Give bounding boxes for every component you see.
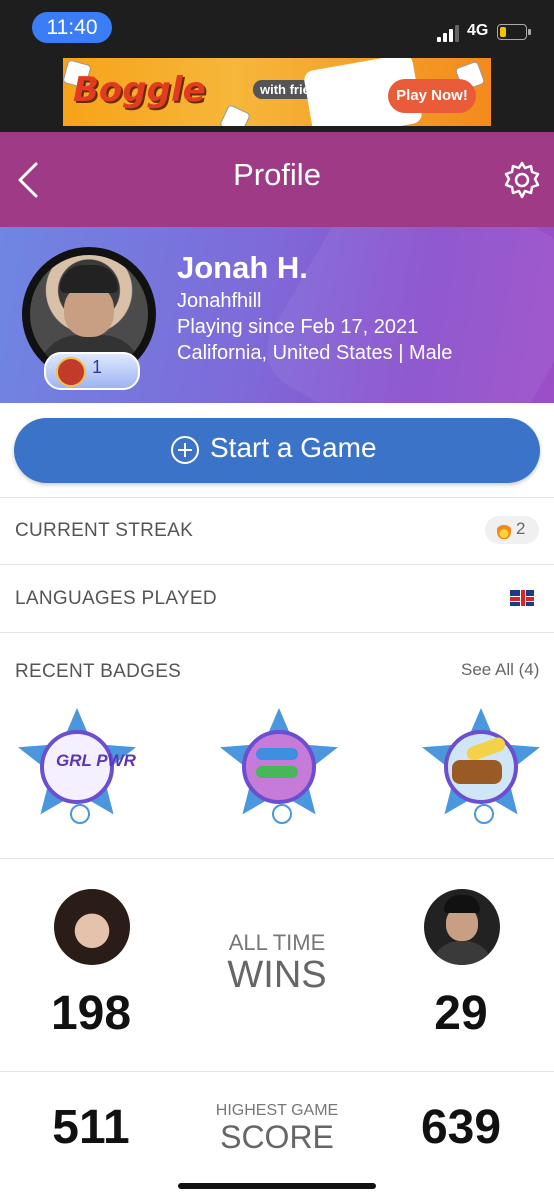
divider (0, 497, 554, 498)
plus-circle-icon (171, 436, 199, 464)
profile-username: Jonahfhill (177, 290, 262, 312)
gear-icon[interactable] (500, 158, 544, 202)
divider (0, 858, 554, 859)
divider (0, 1071, 554, 1072)
player-wins: 29 (434, 987, 488, 1040)
page-title: Profile (233, 157, 321, 192)
flame-icon (497, 521, 511, 539)
ad-logo: Boggle (73, 70, 206, 110)
divider (0, 632, 554, 633)
battery-icon (497, 24, 531, 40)
score-label-big: SCORE (220, 1119, 334, 1155)
status-time: 11:40 (32, 12, 112, 43)
streak-value: 2 (516, 519, 526, 538)
wins-label-big: WINS (227, 954, 327, 996)
languages-label: LANGUAGES PLAYED (15, 588, 217, 609)
player-high-score: 639 (420, 1101, 502, 1154)
fish-icon (256, 766, 298, 778)
player-avatar[interactable] (424, 889, 500, 965)
wins-label-small: ALL TIME (228, 930, 326, 955)
see-all-badges-link[interactable]: See All (4) (461, 660, 539, 680)
opponent-high-score: 511 (52, 1101, 130, 1154)
badge-koinobori[interactable] (220, 708, 338, 828)
bread-icon (452, 760, 502, 784)
divider (0, 564, 554, 565)
profile-name: Jonah H. (177, 250, 308, 285)
fish-icon (256, 748, 298, 760)
start-game-label: Start a Game (210, 432, 377, 463)
level-emblem-icon (56, 357, 86, 387)
uk-flag-icon (510, 590, 534, 606)
score-label-small: HIGHEST GAME (215, 1102, 339, 1119)
network-label: 4G (467, 22, 489, 39)
streak-badge (485, 516, 539, 544)
profile-since: Playing since Feb 17, 2021 (177, 316, 419, 338)
badge-banana-bread[interactable] (422, 708, 540, 828)
recent-badges-label: RECENT BADGES (15, 661, 182, 682)
ad-play-now-button[interactable]: Play Now! (388, 79, 476, 113)
level-number: 1 (92, 357, 103, 377)
ad-banner[interactable]: Boggle with friends Play Now! (63, 58, 491, 126)
home-indicator[interactable] (178, 1183, 376, 1189)
profile-location: California, United States | Male (177, 342, 453, 364)
current-streak-label: CURRENT STREAK (15, 520, 194, 541)
opponent-avatar[interactable] (54, 889, 130, 965)
opponent-wins: 198 (50, 987, 132, 1040)
badge-grl-pwr-text: GRL PWR (56, 751, 136, 770)
signal-icon (437, 24, 461, 42)
badge-grl-pwr[interactable]: GRL PWR (18, 708, 136, 828)
